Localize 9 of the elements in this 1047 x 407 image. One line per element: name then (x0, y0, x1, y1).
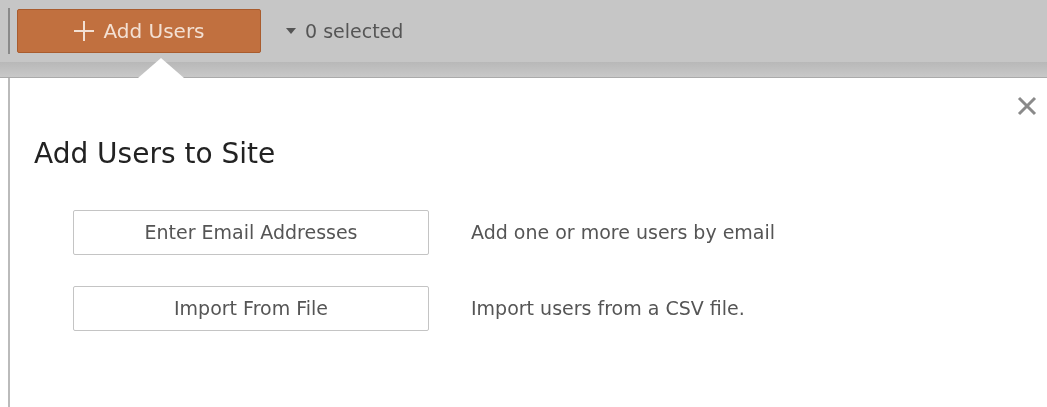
option-button[interactable]: Enter Email Addresses (73, 210, 429, 255)
option-description: Import users from a CSV file. (471, 296, 745, 322)
option-description: Add one or more users by email (471, 220, 776, 246)
caret-icon (285, 27, 297, 35)
dialog-title: Add Users to Site (34, 140, 277, 168)
close-icon[interactable] (1017, 96, 1037, 116)
option-button[interactable]: Import From File (73, 286, 429, 331)
plus-icon (73, 20, 96, 42)
selection-dropdown[interactable]: 0 selected (285, 16, 404, 46)
